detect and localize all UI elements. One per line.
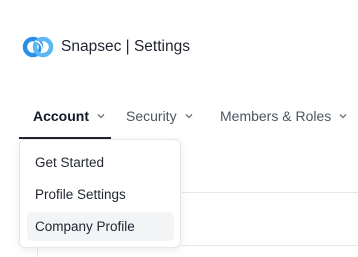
app-header: Snapsec | Settings [22, 33, 190, 61]
tab-members-roles-label: Members & Roles [220, 108, 332, 124]
chevron-down-icon [339, 114, 347, 119]
snapsec-logo-icon [22, 36, 54, 58]
settings-tabs: Account Security Members & Roles [0, 100, 358, 139]
chevron-down-icon [97, 114, 105, 119]
account-dropdown-menu: Get Started Profile Settings Company Pro… [19, 139, 181, 248]
tab-account-label: Account [33, 108, 89, 124]
tab-account[interactable]: Account [33, 100, 106, 132]
menu-item-profile-settings[interactable]: Profile Settings [27, 180, 174, 209]
tab-security[interactable]: Security [126, 100, 194, 132]
content-divider [182, 245, 358, 246]
app-title: Snapsec | Settings [61, 38, 190, 55]
content-divider [182, 192, 358, 193]
chevron-down-icon [185, 114, 193, 119]
tab-security-label: Security [126, 108, 177, 124]
menu-item-company-profile[interactable]: Company Profile [27, 212, 174, 241]
tab-members-roles[interactable]: Members & Roles [220, 100, 348, 132]
menu-item-get-started[interactable]: Get Started [27, 148, 174, 177]
